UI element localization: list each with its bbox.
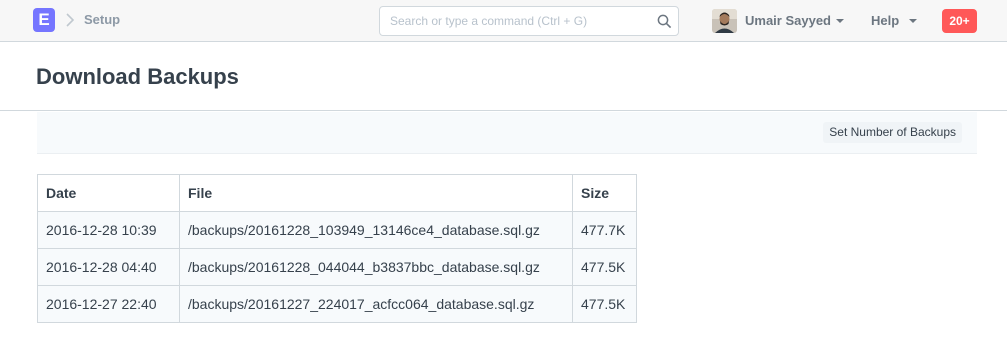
avatar-image (712, 9, 737, 33)
page-header: Download Backups (0, 42, 1007, 111)
breadcrumb-setup[interactable]: Setup (84, 12, 120, 28)
backup-date: 2016-12-28 10:39 (37, 211, 180, 249)
table-row: 2016-12-27 22:40 /backups/20161227_22401… (37, 285, 637, 323)
search-icon (657, 14, 672, 29)
notification-badge[interactable]: 20+ (942, 9, 977, 33)
search-box[interactable]: Search or type a command (Ctrl + G) (379, 6, 679, 36)
navbar: E Setup Search or type a command (Ctrl +… (0, 0, 1007, 42)
backup-date: 2016-12-27 22:40 (37, 285, 180, 323)
backup-file-link[interactable]: /backups/20161228_044044_b3837bbc_databa… (179, 248, 573, 286)
table-row: 2016-12-28 10:39 /backups/20161228_10394… (37, 211, 637, 249)
backup-size: 477.7K (572, 211, 637, 249)
search-input[interactable]: Search or type a command (Ctrl + G) (390, 14, 587, 29)
column-header-file: File (179, 174, 573, 212)
backups-table: Date File Size 2016-12-28 10:39 /backups… (37, 174, 637, 323)
column-header-size: Size (572, 174, 637, 212)
chevron-right-icon (66, 13, 75, 27)
user-avatar[interactable] (712, 9, 737, 33)
backup-size: 477.5K (572, 285, 637, 323)
set-number-of-backups-button[interactable]: Set Number of Backups (823, 122, 962, 143)
chevron-down-icon (836, 19, 844, 23)
backup-file-link[interactable]: /backups/20161228_103949_13146ce4_databa… (179, 211, 573, 249)
backup-size: 477.5K (572, 248, 637, 286)
user-menu[interactable]: Umair Sayyed (745, 13, 831, 29)
column-header-date: Date (37, 174, 180, 212)
table-row: 2016-12-28 04:40 /backups/20161228_04404… (37, 248, 637, 286)
toolbar: Set Number of Backups (37, 112, 977, 154)
page-title: Download Backups (36, 64, 239, 89)
app-logo[interactable]: E (33, 8, 55, 32)
table-header-row: Date File Size (37, 174, 637, 212)
backup-date: 2016-12-28 04:40 (37, 248, 180, 286)
backup-file-link[interactable]: /backups/20161227_224017_acfcc064_databa… (179, 285, 573, 323)
chevron-down-icon (909, 19, 917, 23)
help-menu[interactable]: Help (871, 13, 899, 29)
